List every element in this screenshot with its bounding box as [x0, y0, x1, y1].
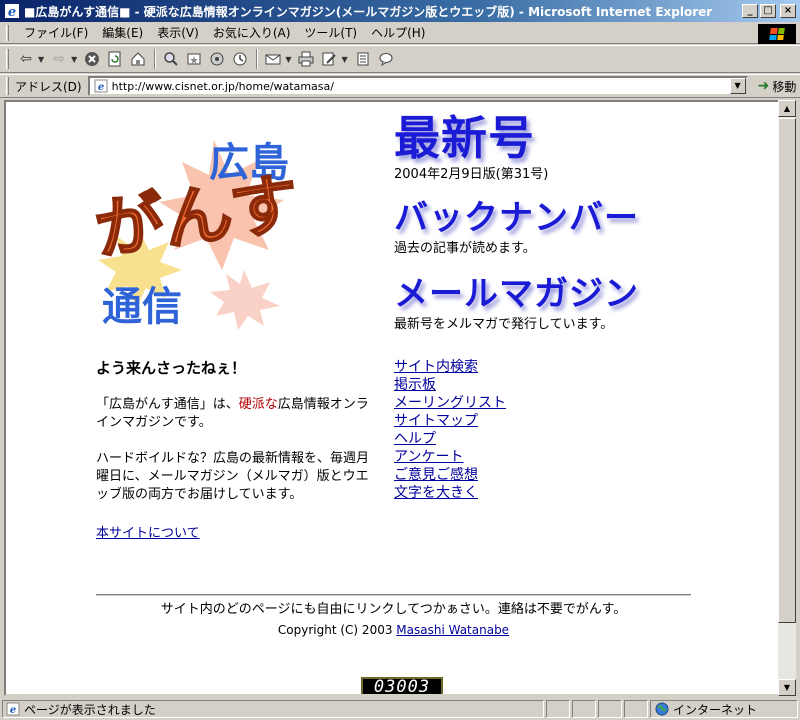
edit-icon[interactable] — [318, 48, 340, 70]
intro-paragraph: 「広島がんす通信」は、硬派な広島情報オンラインマガジンです。 — [96, 396, 376, 432]
gansu-tsushin-logo[interactable]: 広島 がんす 通信 — [94, 120, 309, 330]
zone-text: インターネット — [673, 702, 758, 717]
address-input[interactable] — [111, 79, 722, 93]
status-text: ページが表示されました — [24, 702, 156, 717]
favorites-icon[interactable] — [183, 48, 205, 70]
intro-accent: 硬派な — [238, 397, 278, 412]
go-button[interactable]: ➜ 移動 — [758, 78, 797, 95]
close-button[interactable]: × — [780, 4, 796, 18]
logo-main-text: がんす — [94, 164, 304, 269]
mail-magazine-description: 最新号をメルマガで発行しています。 — [394, 317, 614, 332]
print-icon[interactable] — [295, 48, 317, 70]
back-dropdown-icon[interactable]: ▼ — [38, 55, 44, 64]
nav-column: 最新号 2004年2月9日版(第31号) バックナンバー 過去の記事が読めます。… — [394, 110, 774, 502]
latest-issue-date: 2004年2月9日版(第31号) — [394, 167, 549, 182]
title-bar: e ■広島がんす通信■ ‐ 硬派な広島情報オンラインマガジン(メールマガジン版と… — [0, 0, 800, 22]
site-links: サイト内検索 掲示板 メーリングリスト サイトマップ ヘルプ アンケート ご意見… — [394, 358, 774, 502]
messenger-icon[interactable] — [375, 48, 397, 70]
svg-text:e: e — [8, 5, 16, 19]
history-icon[interactable] — [229, 48, 251, 70]
menu-favorites[interactable]: お気に入り(A) — [206, 24, 298, 41]
search-icon[interactable] — [160, 48, 182, 70]
menu-bar: ファイル(F) 編集(E) 表示(V) お気に入り(A) ツール(T) ヘルプ(… — [0, 22, 800, 44]
page-footer: サイト内のどのページにも自由にリンクしてつかぁさい。連絡は不要でがんす。 Cop… — [96, 594, 691, 640]
toolbar-grip — [6, 49, 9, 69]
status-main: e ページが表示されました — [2, 700, 544, 718]
forward-icon[interactable]: ⇨ — [48, 48, 70, 70]
address-bar: アドレス(D) e ▼ ➜ 移動 — [0, 74, 800, 98]
access-counter: 03003 — [361, 677, 443, 694]
intro-column: よう来んさったねぇ！ 「広島がんす通信」は、硬派な広島情報オンラインマガジンです… — [96, 357, 376, 541]
window-title: ■広島がんす通信■ ‐ 硬派な広島情報オンラインマガジン(メールマガジン版とウエ… — [24, 4, 713, 19]
welcome-heading: よう来んさったねぇ！ — [96, 359, 247, 377]
link-mailing-list[interactable]: メーリングリスト — [394, 394, 774, 412]
link-bbs[interactable]: 掲示板 — [394, 376, 774, 394]
edit-dropdown-icon[interactable]: ▼ — [341, 55, 347, 64]
mail-icon[interactable] — [262, 48, 284, 70]
link-feedback[interactable]: ご意見ご感想 — [394, 466, 774, 484]
back-number-heading[interactable]: バックナンバー — [394, 196, 774, 240]
author-link[interactable]: Masashi Watanabe — [396, 623, 509, 637]
status-cell — [598, 700, 622, 718]
security-zone: インターネット — [650, 700, 798, 718]
page-done-icon: e — [6, 702, 20, 716]
address-grip — [6, 77, 9, 95]
ie-icon: e — [5, 4, 19, 19]
menu-edit[interactable]: 編集(E) — [95, 24, 150, 41]
svg-text:e: e — [97, 82, 103, 93]
minimize-button[interactable]: _ — [742, 4, 758, 18]
media-icon[interactable] — [206, 48, 228, 70]
maximize-button[interactable]: □ — [760, 4, 776, 18]
stop-icon[interactable] — [81, 48, 103, 70]
refresh-icon[interactable] — [104, 48, 126, 70]
link-site-search[interactable]: サイト内検索 — [394, 358, 774, 376]
address-dropdown-icon[interactable]: ▼ — [729, 78, 746, 94]
scroll-thumb[interactable] — [778, 118, 796, 623]
windows-logo-icon — [758, 24, 796, 44]
latest-issue-heading[interactable]: 最新号 — [394, 110, 774, 166]
menu-file[interactable]: ファイル(F) — [17, 24, 95, 41]
ie-page-icon: e — [94, 79, 108, 93]
svg-text:e: e — [10, 705, 16, 716]
toolbar: ⇦ ▼ ⇨ ▼ ▼ ▼ — [0, 45, 800, 73]
link-notice: サイト内のどのページにも自由にリンクしてつかぁさい。連絡は不要でがんす。 — [160, 602, 627, 617]
copyright: Copyright (C) 2003 Masashi Watanabe — [96, 620, 691, 640]
toolbar-separator — [256, 49, 259, 69]
status-bar: e ページが表示されました インターネット — [0, 698, 800, 720]
address-box: e ▼ — [87, 76, 748, 96]
status-cell — [572, 700, 596, 718]
link-larger-text[interactable]: 文字を大きく — [394, 484, 774, 502]
intro-pre: 「広島がんす通信」は、 — [96, 397, 239, 412]
scroll-up-icon[interactable]: ▲ — [778, 100, 796, 117]
about-site-link[interactable]: 本サイトについて — [96, 526, 200, 541]
mail-magazine-heading[interactable]: メールマガジン — [394, 272, 774, 316]
address-label: アドレス(D) — [15, 79, 82, 94]
mail-dropdown-icon[interactable]: ▼ — [285, 55, 291, 64]
logo-tsushin-text: 通信 — [102, 284, 182, 330]
description-paragraph: ハードボイルドな？広島の最新情報を、毎週月曜日に、メールマガジン（メルマガ）版と… — [96, 451, 370, 502]
go-label: 移動 — [772, 79, 797, 94]
home-icon[interactable] — [127, 48, 149, 70]
status-cell — [624, 700, 648, 718]
link-survey[interactable]: アンケート — [394, 448, 774, 466]
back-icon[interactable]: ⇦ — [15, 48, 37, 70]
discuss-icon[interactable] — [352, 48, 374, 70]
link-help[interactable]: ヘルプ — [394, 430, 774, 448]
go-arrow-icon: ➜ — [757, 78, 770, 94]
vertical-scrollbar[interactable]: ▲ ▼ — [778, 100, 796, 696]
link-sitemap[interactable]: サイトマップ — [394, 412, 774, 430]
menu-grip — [6, 24, 9, 41]
scroll-down-icon[interactable]: ▼ — [778, 679, 796, 696]
globe-icon — [655, 702, 669, 716]
page-viewport: 広島 がんす 通信 よう来んさったねぇ！ 「広島がんす通信」は、硬派な広島情報オ… — [4, 100, 780, 696]
menu-view[interactable]: 表示(V) — [150, 24, 206, 41]
copyright-text: Copyright (C) 2003 — [277, 623, 397, 637]
menu-tools[interactable]: ツール(T) — [297, 24, 364, 41]
status-cell — [546, 700, 570, 718]
forward-dropdown-icon[interactable]: ▼ — [71, 55, 77, 64]
toolbar-separator — [154, 49, 157, 69]
back-number-description: 過去の記事が読めます。 — [394, 241, 536, 256]
menu-help[interactable]: ヘルプ(H) — [364, 24, 432, 41]
